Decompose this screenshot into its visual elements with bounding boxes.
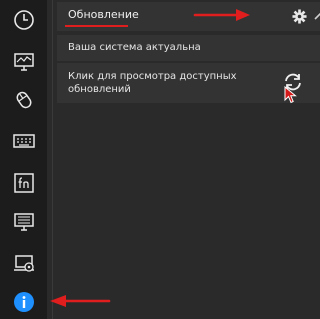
sidebar-item-clock[interactable] [12,8,36,32]
sidebar [0,0,47,319]
clock-icon [14,10,34,30]
title-underline-annotation [65,25,128,27]
fn-key-icon [14,173,34,193]
update-panel: Обновление Ваша система актуальна Клик д… [57,2,320,319]
gear-icon[interactable] [292,9,307,24]
monitor-graph-icon [14,53,34,71]
check-updates-text-line1: Клик для просмотра доступных [68,71,237,82]
sidebar-divider [52,0,53,319]
chevron-up-icon[interactable] [313,11,320,21]
sidebar-item-keyboard[interactable] [12,129,36,153]
laptop-settings-icon [14,255,34,272]
status-row: Ваша система актуальна [57,35,320,61]
sidebar-item-fn[interactable] [12,171,36,195]
app-window: Обновление Ваша система актуальна Клик д… [0,0,320,319]
annotation-arrow-icon [193,9,250,21]
panel-title: Обновление [68,8,139,21]
keyboard-icon [13,134,35,148]
sidebar-item-laptop[interactable] [12,252,36,276]
info-icon [14,292,34,312]
check-updates-row[interactable]: Клик для просмотра доступных обновлений [57,63,320,103]
display-list-icon [14,213,34,231]
mouse-icon [16,91,32,109]
sidebar-item-monitor[interactable] [12,50,36,74]
sidebar-item-display[interactable] [12,210,36,234]
panel-header: Обновление [57,2,320,31]
mouse-cursor-icon [284,86,297,104]
sidebar-item-mouse[interactable] [12,88,36,112]
annotation-arrow-icon [50,295,111,307]
status-text: Ваша система актуальна [68,42,201,53]
check-updates-text-line2: обновлений [68,84,131,95]
sidebar-item-info[interactable] [12,290,36,314]
